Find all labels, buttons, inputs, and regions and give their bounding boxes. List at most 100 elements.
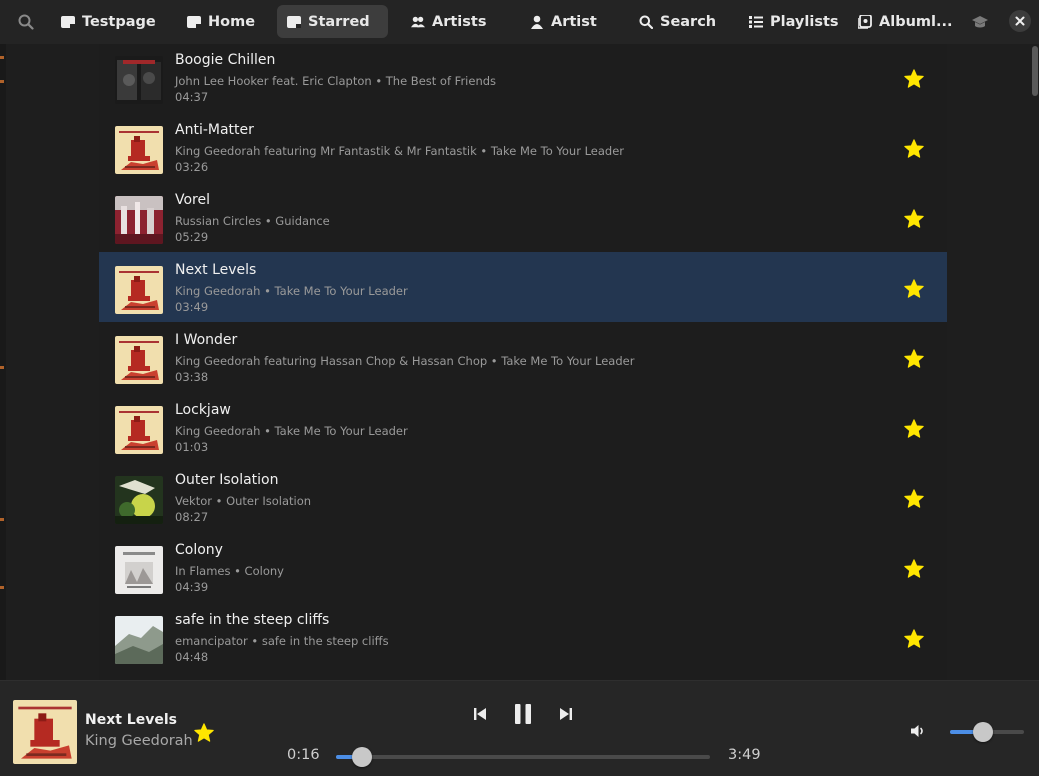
- person-icon: [530, 15, 544, 29]
- seek-handle[interactable]: [352, 747, 373, 767]
- tab-label: Artist: [551, 13, 597, 30]
- star-icon[interactable]: [903, 488, 925, 510]
- track-row[interactable]: Lockjaw King Geedorah • Take Me To Your L…: [99, 392, 947, 462]
- star-icon[interactable]: [903, 278, 925, 300]
- star-icon[interactable]: [903, 628, 925, 650]
- tag-icon: [61, 15, 75, 29]
- track-title: Outer Isolation: [175, 472, 279, 488]
- track-duration: 03:49: [175, 300, 209, 314]
- track-duration: 04:39: [175, 580, 209, 594]
- track-artist-album: King Geedorah featuring Hassan Chop & Ha…: [175, 354, 635, 368]
- track-row[interactable]: Vorel Russian Circles • Guidance 05:29: [99, 182, 947, 252]
- album-cover: [115, 56, 163, 104]
- star-icon[interactable]: [903, 418, 925, 440]
- pause-button[interactable]: [510, 701, 536, 727]
- tab-label: Playlists: [770, 13, 838, 30]
- tag-icon: [287, 15, 301, 29]
- star-icon[interactable]: [903, 208, 925, 230]
- track-title: safe in the steep cliffs: [175, 612, 330, 628]
- search-icon[interactable]: [12, 8, 40, 36]
- album-cover: [115, 406, 163, 454]
- tab-artists[interactable]: Artists: [401, 5, 491, 38]
- tab-label: Search: [660, 13, 717, 30]
- next-track-button[interactable]: [555, 703, 577, 725]
- tab-artist[interactable]: Artist: [520, 5, 602, 38]
- track-row[interactable]: Colony In Flames • Colony 04:39: [99, 532, 947, 602]
- track-duration: 01:03: [175, 440, 209, 454]
- track-title: Lockjaw: [175, 402, 231, 418]
- scrollbar[interactable]: [1032, 46, 1038, 96]
- track-artist-album: Vektor • Outer Isolation: [175, 494, 312, 508]
- total-time: 3:49: [728, 747, 761, 763]
- track-duration: 04:48: [175, 650, 209, 664]
- now-playing-cover: [13, 700, 77, 764]
- starred-track-list[interactable]: Boogie Chillen John Lee Hooker feat. Eric…: [99, 44, 947, 680]
- tab-label: Artists: [432, 13, 487, 30]
- volume-icon[interactable]: [909, 722, 927, 740]
- album-cover: [115, 196, 163, 244]
- track-artist-album: King Geedorah • Take Me To Your Leader: [175, 424, 408, 438]
- track-duration: 04:37: [175, 90, 209, 104]
- track-row[interactable]: I Wonder King Geedorah featuring Hassan C…: [99, 322, 947, 392]
- tab-playlists[interactable]: Playlists: [739, 5, 838, 38]
- album-cover: [115, 546, 163, 594]
- star-icon[interactable]: [903, 558, 925, 580]
- now-playing-title: Next Levels: [85, 712, 177, 728]
- album-icon: [858, 14, 872, 29]
- header-bar: Testpage Home Starred Artists Artist Search Pl…: [0, 0, 1039, 44]
- pause-icon: [515, 704, 531, 724]
- tag-icon: [187, 15, 201, 29]
- star-icon[interactable]: [903, 138, 925, 160]
- track-row[interactable]: Next Levels King Geedorah • Take Me To Yo…: [99, 252, 947, 322]
- track-title: Anti-Matter: [175, 122, 254, 138]
- track-artist-album: Russian Circles • Guidance: [175, 214, 330, 228]
- tab-label: Home: [208, 13, 256, 30]
- track-title: Colony: [175, 542, 223, 558]
- album-cover: [115, 336, 163, 384]
- close-button[interactable]: [1009, 10, 1031, 32]
- tab-label: Testpage: [82, 13, 156, 30]
- search-icon: [639, 15, 653, 29]
- album-cover: [115, 126, 163, 174]
- volume-slider[interactable]: [950, 722, 1024, 742]
- track-duration: 08:27: [175, 510, 209, 524]
- tab-search[interactable]: Search: [629, 5, 719, 38]
- track-row[interactable]: safe in the steep cliffs emancipator • sa…: [99, 602, 947, 672]
- now-playing-star-icon[interactable]: [193, 722, 215, 744]
- tab-label: Albuml...: [879, 13, 953, 30]
- track-title: Boogie Chillen: [175, 52, 276, 68]
- close-icon: [1015, 16, 1025, 26]
- skip-forward-icon: [560, 708, 572, 720]
- track-row[interactable]: Anti-Matter King Geedorah featuring Mr Fa…: [99, 112, 947, 182]
- previous-track-button[interactable]: [469, 703, 491, 725]
- tab-testpage[interactable]: Testpage: [51, 5, 157, 38]
- volume-handle[interactable]: [973, 722, 994, 742]
- album-cover: [115, 266, 163, 314]
- list-icon: [749, 15, 763, 29]
- track-artist-album: King Geedorah • Take Me To Your Leader: [175, 284, 408, 298]
- album-cover: [115, 616, 163, 664]
- tab-label: Starred: [308, 13, 370, 30]
- elapsed-time: 0:16: [287, 747, 320, 763]
- tab-albuml[interactable]: Albuml...: [848, 5, 954, 38]
- track-title: Vorel: [175, 192, 211, 208]
- seek-bar[interactable]: [336, 747, 710, 767]
- player-bar: Next Levels King Geedorah 0:16 3:49: [0, 680, 1039, 776]
- graduation-cap-icon[interactable]: [968, 10, 992, 34]
- people-icon: [411, 15, 425, 29]
- track-artist-album: King Geedorah featuring Mr Fantastik & M…: [175, 144, 625, 158]
- track-artist-album: In Flames • Colony: [175, 564, 284, 578]
- star-icon[interactable]: [903, 348, 925, 370]
- star-icon[interactable]: [903, 68, 925, 90]
- tab-starred[interactable]: Starred: [277, 5, 388, 38]
- track-row[interactable]: Boogie Chillen John Lee Hooker feat. Eric…: [99, 44, 947, 112]
- now-playing-artist[interactable]: King Geedorah: [85, 733, 193, 749]
- track-title: Next Levels: [175, 262, 257, 278]
- track-duration: 05:29: [175, 230, 209, 244]
- album-cover: [115, 476, 163, 524]
- track-row[interactable]: Outer Isolation Vektor • Outer Isolation 0…: [99, 462, 947, 532]
- skip-back-icon: [474, 708, 486, 720]
- track-duration: 03:26: [175, 160, 209, 174]
- left-edge-strip: [0, 44, 6, 680]
- tab-home[interactable]: Home: [177, 5, 267, 38]
